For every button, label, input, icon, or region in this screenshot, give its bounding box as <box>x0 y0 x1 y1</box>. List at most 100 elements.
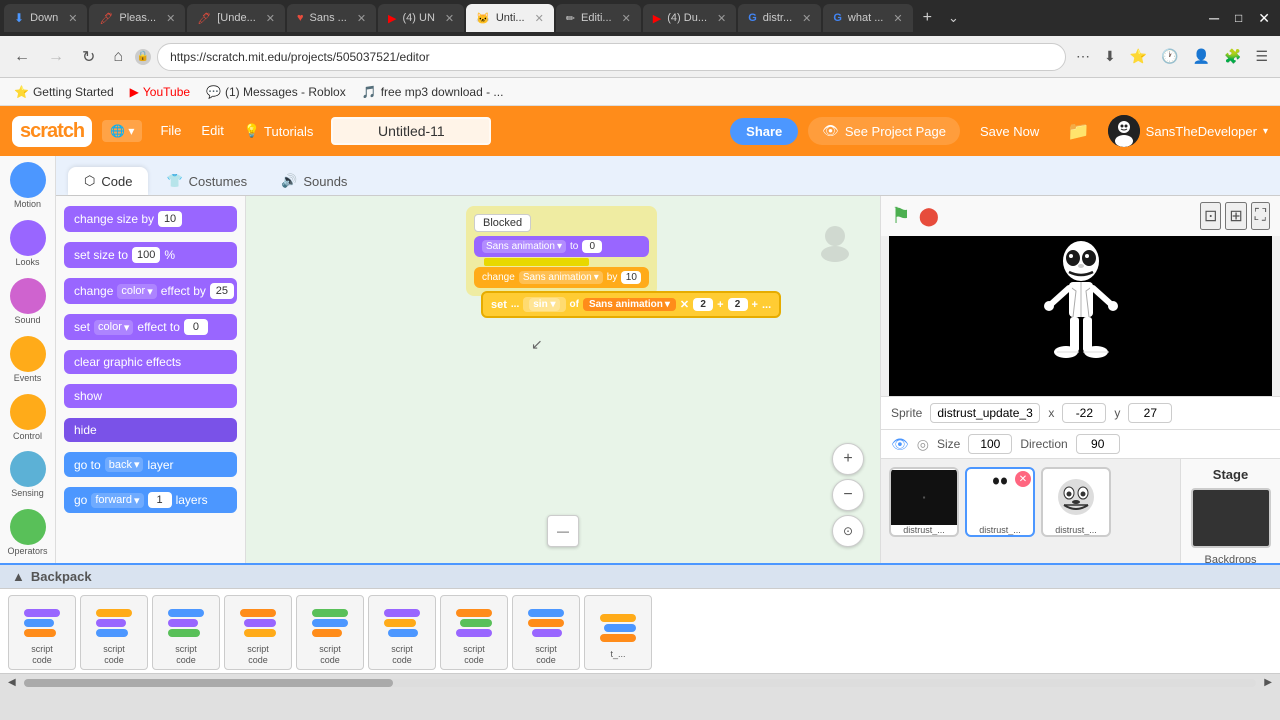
center-scroll-button[interactable]: — <box>547 515 579 547</box>
profile-icon[interactable]: 👤 <box>1189 44 1214 69</box>
language-button[interactable]: 🌐 ▾ <box>102 120 142 142</box>
backpack-item-9[interactable]: t_... <box>584 595 652 670</box>
tab-what[interactable]: G what ... ✕ <box>823 4 912 32</box>
code-canvas[interactable]: Blocked Sans animation ▾ to 0 <box>246 196 880 563</box>
backpack-item-4[interactable]: scriptcode <box>224 595 292 670</box>
set-color-input[interactable]: 0 <box>184 319 208 335</box>
backpack-header[interactable]: ▲ Backpack <box>0 565 1280 589</box>
category-looks[interactable]: Looks <box>8 218 48 270</box>
animation-by-input[interactable]: 10 <box>621 271 641 284</box>
reload-button[interactable]: ↻ <box>76 43 101 71</box>
forward-button[interactable]: → <box>42 44 70 70</box>
set-size-input[interactable]: 100 <box>132 247 160 263</box>
tab-close-what[interactable]: ✕ <box>893 12 902 25</box>
backpack-item-8[interactable]: scriptcode <box>512 595 580 670</box>
block-go-to[interactable]: go to back ▾ layer <box>64 452 237 477</box>
tab-du4[interactable]: ▶ (4) Du... ✕ <box>643 4 736 32</box>
sprite-thumb-3[interactable]: distrust_... <box>1041 467 1111 537</box>
scroll-right-button[interactable]: ▶ <box>1260 676 1276 689</box>
change-size-input[interactable]: 10 <box>158 211 182 227</box>
backpack-item-1[interactable]: scriptcode <box>8 595 76 670</box>
change-color-input[interactable]: 25 <box>210 283 234 299</box>
download-icon[interactable]: ⬇ <box>1100 44 1120 69</box>
tab-overflow-button[interactable]: ⌄ <box>942 10 965 26</box>
bookmark-youtube[interactable]: ▶ YouTube <box>124 83 196 101</box>
green-flag-button[interactable]: ⚑ <box>891 203 911 229</box>
tab-sounds[interactable]: 🔊 Sounds <box>265 167 363 195</box>
y-coord-input[interactable] <box>1128 403 1172 423</box>
see-project-button[interactable]: 👁 See Project Page <box>808 117 960 145</box>
close-button[interactable]: ✕ <box>1252 6 1276 31</box>
tutorials-menu[interactable]: 💡 Tutorials <box>236 119 322 143</box>
animation-to-input[interactable]: 0 <box>582 240 602 253</box>
tab-please[interactable]: 🖊 Pleas... ✕ <box>89 4 185 32</box>
zoom-reset-button[interactable]: ⊙ <box>832 515 864 547</box>
block-go-forward[interactable]: go forward ▾ 1 layers <box>64 487 237 513</box>
full-screen-left-button[interactable]: ⊞ <box>1225 202 1246 230</box>
color-effect-dropdown[interactable]: color ▾ <box>117 284 156 299</box>
forward-input[interactable]: 1 <box>148 492 172 508</box>
sans-animation-chip[interactable]: Sans animation ▾ <box>583 298 676 311</box>
category-sensing[interactable]: Sensing <box>8 449 48 501</box>
sin-val2[interactable]: 2 <box>728 298 748 311</box>
unfull-screen-button[interactable]: ⊡ <box>1200 202 1221 230</box>
sprite-delete-button-2[interactable]: ✕ <box>1015 471 1031 487</box>
stop-button[interactable]: ⬤ <box>919 206 939 227</box>
tab-untitled[interactable]: 🐱 Unti... ✕ <box>466 4 554 32</box>
tab-close-sans[interactable]: ✕ <box>357 12 366 25</box>
menu-icon[interactable]: ☰ <box>1251 44 1272 69</box>
show-sprite-button[interactable]: 👁 <box>891 436 909 453</box>
tab-costumes[interactable]: 👕 Costumes <box>150 167 263 195</box>
scrollbar-thumb[interactable] <box>24 679 394 687</box>
user-area[interactable]: SansTheDeveloper ▾ <box>1108 115 1268 147</box>
category-operators[interactable]: Operators <box>5 507 49 559</box>
block-hide[interactable]: hide <box>64 418 237 442</box>
backpack-item-3[interactable]: scriptcode <box>152 595 220 670</box>
layer-dropdown[interactable]: back ▾ <box>105 457 144 472</box>
canvas-block-animation-by[interactable]: change Sans animation ▾ by 10 <box>474 267 649 288</box>
edit-menu[interactable]: Edit <box>193 119 231 143</box>
tab-distr[interactable]: G distr... ✕ <box>738 4 821 32</box>
zoom-in-button[interactable]: + <box>832 443 864 475</box>
block-clear-effects[interactable]: clear graphic effects <box>64 350 237 374</box>
block-set-size[interactable]: set size to 100 % <box>64 242 237 268</box>
backpack-item-7[interactable]: scriptcode <box>440 595 508 670</box>
address-bar[interactable] <box>157 43 1066 71</box>
bookmark-messages[interactable]: 💬 (1) Messages - Roblox <box>200 83 352 101</box>
block-set-color[interactable]: set color ▾ effect to 0 <box>64 314 237 340</box>
sin-val1[interactable]: 2 <box>693 298 713 311</box>
full-screen-button[interactable]: ⛶ <box>1251 202 1270 230</box>
category-control[interactable]: Control <box>8 392 48 444</box>
puzzle-icon[interactable]: 🧩 <box>1220 44 1245 69</box>
tab-close-unde[interactable]: ✕ <box>266 12 275 25</box>
hide-sprite-button[interactable]: ◎ <box>917 436 929 453</box>
sin-dropdown[interactable]: sin ▾ <box>529 298 559 311</box>
minimize-button[interactable]: ─ <box>1203 6 1225 30</box>
animation-dropdown-1[interactable]: Sans animation ▾ <box>482 240 566 253</box>
tab-code[interactable]: ⬡ Code <box>68 167 148 195</box>
size-input[interactable] <box>968 434 1012 454</box>
share-button[interactable]: Share <box>730 118 798 145</box>
backpack-item-2[interactable]: scriptcode <box>80 595 148 670</box>
category-events[interactable]: Events <box>8 334 48 386</box>
tab-close-please[interactable]: ✕ <box>166 12 175 25</box>
set-color-dropdown[interactable]: color ▾ <box>94 320 133 335</box>
scroll-left-button[interactable]: ◀ <box>4 676 20 689</box>
category-motion[interactable]: Motion <box>8 160 48 212</box>
zoom-out-button[interactable]: − <box>832 479 864 511</box>
highlighted-block-group[interactable]: Blocked Sans animation ▾ to 0 <box>466 206 657 296</box>
history-icon[interactable]: 🕐 <box>1157 44 1182 69</box>
sprite-name-input[interactable] <box>930 403 1040 423</box>
maximize-button[interactable]: □ <box>1229 7 1248 29</box>
tab-close-du4[interactable]: ✕ <box>717 12 726 25</box>
tab-close-editing[interactable]: ✕ <box>622 12 631 25</box>
x-coord-input[interactable] <box>1062 403 1106 423</box>
tab-un4[interactable]: ▶ (4) UN ✕ <box>378 4 464 32</box>
project-title-input[interactable] <box>331 117 491 145</box>
tab-close-untitled[interactable]: ✕ <box>535 12 544 25</box>
block-change-color[interactable]: change color ▾ effect by 25 <box>64 278 237 304</box>
block-show[interactable]: show <box>64 384 237 408</box>
tab-close-distr[interactable]: ✕ <box>802 12 811 25</box>
sprite-thumb-2[interactable]: ✕ <box>965 467 1035 537</box>
canvas-block-animation-to[interactable]: Sans animation ▾ to 0 <box>474 236 649 257</box>
